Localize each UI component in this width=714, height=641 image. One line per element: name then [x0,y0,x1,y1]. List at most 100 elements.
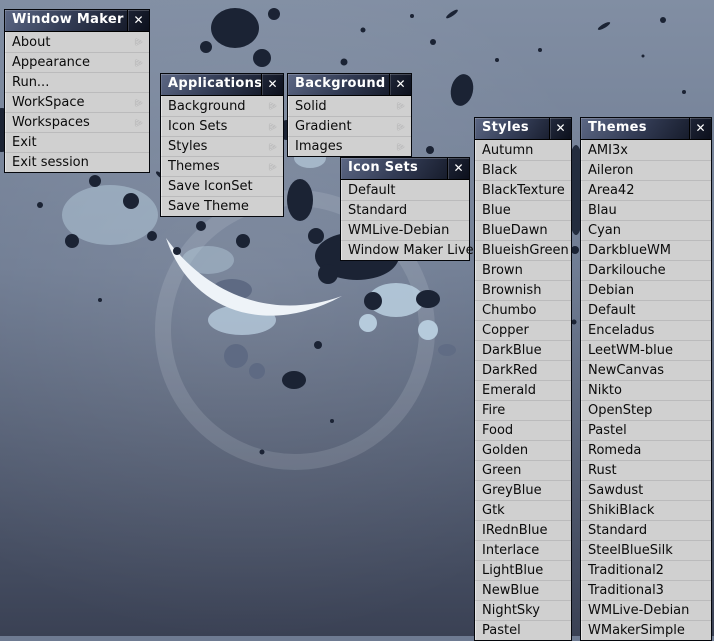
themes-titlebar[interactable]: Themes ✕ [581,118,711,140]
menu-item-styles[interactable]: Styles▷ [161,136,283,156]
icon-sets-titlebar[interactable]: Icon Sets ✕ [341,158,469,180]
menu-item-cyan[interactable]: Cyan [581,220,711,240]
menu-item-label: WMLive-Debian [348,223,449,238]
menu-item-darkred[interactable]: DarkRed [475,360,571,380]
menu-item-standard[interactable]: Standard [341,200,469,220]
menu-item-aileron[interactable]: Aileron [581,160,711,180]
menu-item-wmakersimple[interactable]: WMakerSimple [581,620,711,640]
menu-item-darkbluewm[interactable]: DarkblueWM [581,240,711,260]
menu-item-green[interactable]: Green [475,460,571,480]
menu-item-label: Blau [588,203,617,218]
menu-item-images[interactable]: Images▷ [288,136,411,156]
menu-item-pastel[interactable]: Pastel [581,420,711,440]
menu-item-enceladus[interactable]: Enceladus [581,320,711,340]
menu-item-about[interactable]: About▷ [5,32,149,52]
menu-item-exit-session[interactable]: Exit session [5,152,149,172]
applications-title: Applications [161,74,261,95]
menu-item-wmlive-debian[interactable]: WMLive-Debian [581,600,711,620]
menu-item-brownish[interactable]: Brownish [475,280,571,300]
menu-item-lightblue[interactable]: LightBlue [475,560,571,580]
menu-item-gtk[interactable]: Gtk [475,500,571,520]
menu-item-gradient[interactable]: Gradient▷ [288,116,411,136]
menu-item-save-theme[interactable]: Save Theme [161,196,283,216]
menu-item-wmlive-debian[interactable]: WMLive-Debian [341,220,469,240]
menu-item-blau[interactable]: Blau [581,200,711,220]
menu-item-ami3x[interactable]: AMI3x [581,140,711,160]
menu-styles: Styles ✕ AutumnBlack BlackTexture Blue Blue… [474,117,572,641]
menu-item-blue[interactable]: Blue [475,200,571,220]
menu-item-golden[interactable]: Golden [475,440,571,460]
menu-item-nightsky[interactable]: NightSky [475,600,571,620]
menu-item-blacktexture[interactable]: BlackTexture [475,180,571,200]
menu-item-workspaces[interactable]: Workspaces▷ [5,112,149,132]
window-maker-title: Window Maker [5,10,127,31]
menu-item-themes[interactable]: Themes▷ [161,156,283,176]
menu-item-darkilouche[interactable]: Darkilouche [581,260,711,280]
menu-item-standard[interactable]: Standard [581,520,711,540]
menu-item-chumbo[interactable]: Chumbo [475,300,571,320]
menu-item-greyblue[interactable]: GreyBlue [475,480,571,500]
menu-applications: Applications ✕ Background▷Icon Sets▷Styl… [160,73,284,217]
menu-item-save-iconset[interactable]: Save IconSet [161,176,283,196]
menu-item-leetwm-blue[interactable]: LeetWM-blue [581,340,711,360]
menu-item-food[interactable]: Food [475,420,571,440]
menu-item-rust[interactable]: Rust [581,460,711,480]
menu-item-label: Workspaces [12,115,90,130]
menu-item-blueishgreen[interactable]: BlueishGreen [475,240,571,260]
menu-item-label: GreyBlue [482,483,542,498]
menu-item-openstep[interactable]: OpenStep [581,400,711,420]
background-titlebar[interactable]: Background ✕ [288,74,411,96]
menu-item-fire[interactable]: Fire [475,400,571,420]
menu-item-pastel[interactable]: Pastel [475,620,571,640]
menu-item-exit[interactable]: Exit [5,132,149,152]
menu-item-autumn[interactable]: Autumn [475,140,571,160]
menu-item-shikiblack[interactable]: ShikiBlack [581,500,711,520]
menu-item-darkblue[interactable]: DarkBlue [475,340,571,360]
menu-item-appearance[interactable]: Appearance▷ [5,52,149,72]
menu-item-label: Chumbo [482,303,536,318]
menu-item-nikto[interactable]: Nikto [581,380,711,400]
menu-item-label: BlackTexture [482,183,565,198]
menu-item-label: Background [168,99,246,114]
close-icon[interactable]: ✕ [689,118,711,139]
menu-item-traditional2[interactable]: Traditional2 [581,560,711,580]
menu-item-workspace[interactable]: WorkSpace▷ [5,92,149,112]
menu-item-traditional3[interactable]: Traditional3 [581,580,711,600]
menu-item-label: Romeda [588,443,641,458]
menu-item-label: Brownish [482,283,541,298]
menu-item-label: SteelBlueSilk [588,543,673,558]
menu-item-romeda[interactable]: Romeda [581,440,711,460]
close-icon[interactable]: ✕ [549,118,571,139]
menu-item-newcanvas[interactable]: NewCanvas [581,360,711,380]
close-icon[interactable]: ✕ [447,158,469,179]
menu-item-brown[interactable]: Brown [475,260,571,280]
menu-item-newblue[interactable]: NewBlue [475,580,571,600]
menu-item-debian[interactable]: Debian [581,280,711,300]
menu-item-default[interactable]: Default [581,300,711,320]
menu-item-steelbluesilk[interactable]: SteelBlueSilk [581,540,711,560]
menu-item-default[interactable]: Default [341,180,469,200]
styles-titlebar[interactable]: Styles ✕ [475,118,571,140]
close-icon[interactable]: ✕ [389,74,411,95]
menu-item-solid[interactable]: Solid▷ [288,96,411,116]
menu-item-bluedawn[interactable]: BlueDawn [475,220,571,240]
background-title: Background [288,74,389,95]
menu-item-label: Run... [12,75,49,90]
menu-item-run[interactable]: Run... [5,72,149,92]
applications-titlebar[interactable]: Applications ✕ [161,74,283,96]
menu-item-label: WMLive-Debian [588,603,689,618]
menu-item-icon-sets[interactable]: Icon Sets▷ [161,116,283,136]
menu-item-sawdust[interactable]: Sawdust [581,480,711,500]
menu-item-emerald[interactable]: Emerald [475,380,571,400]
close-icon[interactable]: ✕ [261,74,283,95]
menu-item-black[interactable]: Black [475,160,571,180]
menu-item-window-maker-live[interactable]: Window Maker Live [341,240,469,260]
window-maker-titlebar[interactable]: Window Maker ✕ [5,10,149,32]
close-icon[interactable]: ✕ [127,10,149,31]
menu-item-background[interactable]: Background▷ [161,96,283,116]
menu-item-interlace[interactable]: Interlace [475,540,571,560]
menu-item-label: Blue [482,203,511,218]
menu-item-copper[interactable]: Copper [475,320,571,340]
menu-item-irednblue[interactable]: IRednBlue [475,520,571,540]
menu-item-area42[interactable]: Area42 [581,180,711,200]
